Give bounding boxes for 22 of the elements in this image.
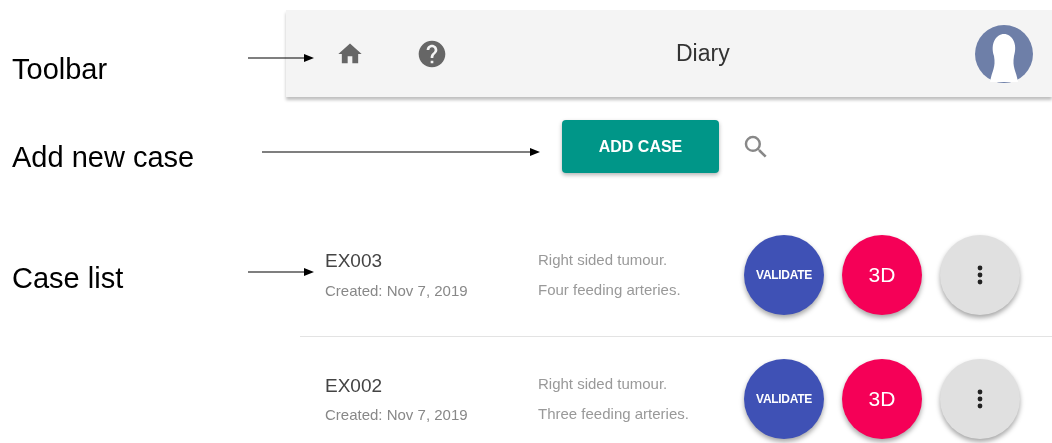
annotation-label: Case list — [12, 261, 124, 296]
case-row[interactable]: EX003 Created: Nov 7, 2019 Right sided tumour. Four feeding arteries. VALIDATE 3D — [300, 213, 1052, 337]
annotation-label: Add new case — [12, 140, 195, 175]
arrow — [248, 53, 314, 63]
case-id: EX002 — [325, 373, 384, 398]
3d-button[interactable]: 3D — [842, 359, 922, 439]
more-icon — [977, 389, 983, 409]
case-description: Right sided tumour. Four feeding arteries. — [538, 249, 682, 300]
created-date: Created: Nov 7, 2019 — [325, 280, 469, 301]
validate-button[interactable]: VALIDATE — [744, 359, 824, 439]
created-date: Created: Nov 7, 2019 — [325, 405, 469, 425]
arrow — [248, 267, 314, 277]
validate-button[interactable]: VALIDATE — [744, 234, 824, 315]
add-case-button[interactable]: ADD CASE — [562, 120, 719, 173]
toolbar-title: Diary — [676, 39, 730, 69]
3d-button[interactable]: 3D — [842, 234, 922, 315]
avatar-icon[interactable] — [974, 23, 1034, 84]
case-id: EX003 — [325, 249, 384, 273]
case-row[interactable]: EX002 Created: Nov 7, 2019 Right sided tumour. Three feeding arteries. VALIDATE 3D — [300, 337, 1052, 443]
more-icon — [977, 264, 983, 285]
annotation-label: Toolbar — [12, 52, 108, 87]
case-description: Right sided tumour. Three feeding arteries. — [538, 374, 690, 424]
